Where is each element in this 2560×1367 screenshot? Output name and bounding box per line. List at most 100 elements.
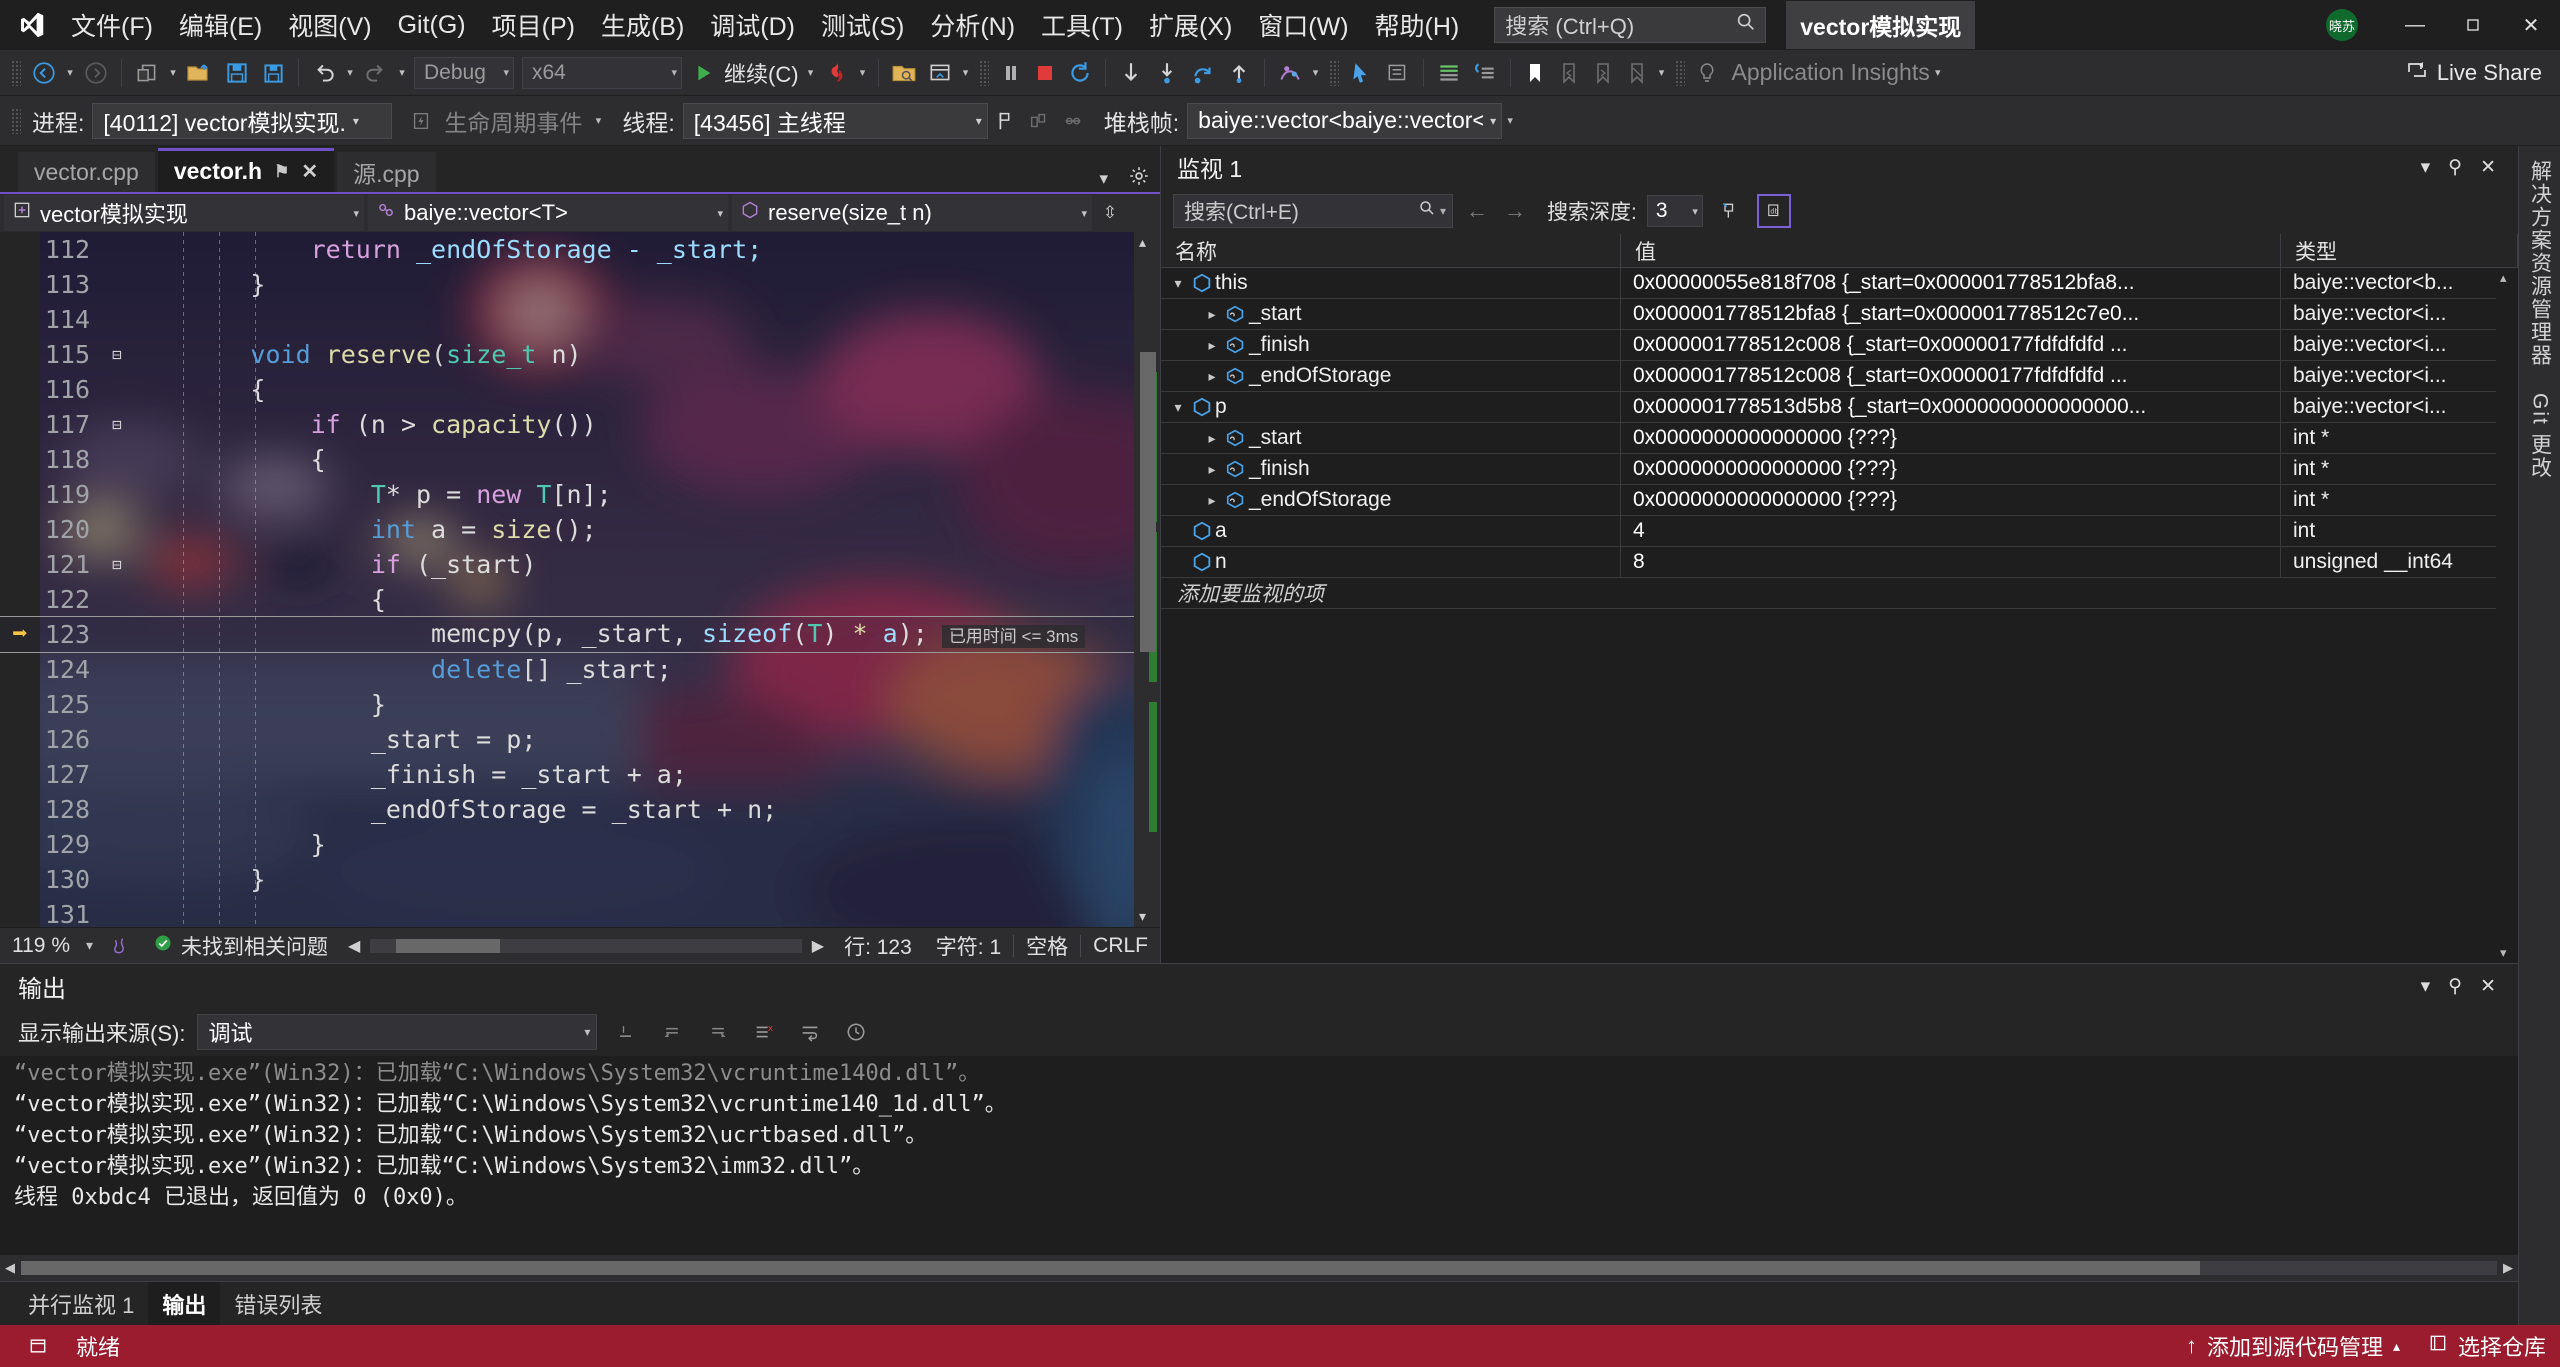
code-lines[interactable]: 112 return _endOfStorage - _start; 113 } 1… [0, 232, 1160, 927]
gear-icon[interactable] [1128, 165, 1150, 192]
code-text[interactable]: { [130, 442, 1160, 477]
code-text[interactable]: void reserve(size_t n) [130, 337, 1160, 372]
restart-button[interactable] [1062, 54, 1098, 92]
watch-name-cell[interactable]: ▸ _start [1161, 298, 1621, 330]
attach-to-process-button[interactable] [886, 54, 922, 92]
hscroll-right-icon[interactable]: ▶ [812, 936, 824, 956]
application-insights-label[interactable]: Application Insights [1724, 59, 1930, 86]
tab-vector-h[interactable]: vector.h ⚑ ✕ [157, 148, 335, 192]
expander-icon[interactable]: ▸ [1201, 430, 1223, 447]
open-file-button[interactable] [181, 54, 219, 92]
menu-item-file[interactable]: 文件(F) [58, 3, 166, 47]
toolbar-grip[interactable] [11, 59, 21, 86]
table-row[interactable]: ▸ _endOfStorage 0x000001778512c008 {_start… [1161, 360, 2518, 392]
output-panel-menu-icon[interactable]: ▾ [2421, 975, 2431, 998]
zoom-level[interactable]: 119 % [0, 934, 82, 958]
watch-vertical-scrollbar[interactable]: ▴ ▾ [2496, 268, 2518, 963]
status-notification-icon[interactable] [14, 1336, 62, 1356]
watch-search-options-icon[interactable]: ▾ [1436, 204, 1446, 218]
editor-vertical-scrollbar[interactable]: ▴ ▾ [1134, 232, 1160, 927]
watch-name-cell[interactable]: a [1161, 515, 1621, 547]
close-button[interactable]: ✕ [2502, 0, 2560, 50]
stop-debugging-button[interactable] [1028, 54, 1062, 92]
code-line[interactable]: 119 T* p = new T[n]; [0, 477, 1160, 512]
navigate-backward-dropdown-icon[interactable]: ▾ [62, 66, 78, 79]
code-line[interactable]: 115 ⊟ void reserve(size_t n) [0, 337, 1160, 372]
column-header-type[interactable]: 类型 [2281, 234, 2518, 268]
column-header-value[interactable]: 值 [1621, 234, 2281, 268]
code-text[interactable]: } [130, 827, 1160, 862]
go-to-next-message-icon[interactable] [701, 1016, 735, 1048]
watch-variable-value[interactable]: 0x000001778512c008 {_start=0x00000177fdf… [1621, 329, 2281, 361]
close-icon[interactable]: ✕ [289, 159, 318, 184]
lifecycle-dropdown-icon[interactable]: ▾ [590, 114, 606, 127]
code-text[interactable]: { [130, 582, 1160, 617]
watch-search-next-icon[interactable]: → [1501, 198, 1529, 224]
continue-label[interactable]: 继续(C) [720, 57, 803, 89]
hot-reload-dropdown-icon[interactable]: ▾ [855, 66, 871, 79]
table-row[interactable]: ▸ _start 0x000001778512bfa8 {_start=0x0000… [1161, 298, 2518, 330]
watch-variable-value[interactable]: 0x000001778513d5b8 {_start=0x00000000000… [1621, 391, 2281, 423]
threads-view-button[interactable] [1272, 54, 1308, 92]
code-text[interactable]: } [130, 267, 1160, 302]
process-combo[interactable]: [40112] vector模拟实现. ▾ [92, 102, 393, 139]
hscroll-left-icon[interactable]: ◀ [348, 936, 360, 956]
table-row[interactable]: ▸ _endOfStorage 0x0000000000000000 {???} in… [1161, 484, 2518, 516]
menu-item-analyze[interactable]: 分析(N) [917, 3, 1028, 47]
editor-horizontal-scrollbar[interactable]: ◀ ▶ [340, 936, 832, 956]
rail-git-changes[interactable]: Git 更改 [2525, 393, 2555, 480]
output-panel-pin-icon[interactable]: ⚲ [2448, 975, 2462, 998]
code-line[interactable]: 118 { [0, 442, 1160, 477]
new-project-dropdown-icon[interactable]: ▾ [165, 66, 181, 79]
watch-variable-value[interactable]: 0x00000055e818f708 {_start=0x00000177851… [1621, 267, 2281, 299]
fold-toggle-icon[interactable]: ⊟ [104, 547, 130, 582]
menu-item-project[interactable]: 项目(P) [479, 3, 588, 47]
restore-button[interactable] [2444, 0, 2502, 50]
output-horizontal-scrollbar[interactable]: ◀ ▶ [0, 1255, 2518, 1281]
code-line[interactable]: 112 return _endOfStorage - _start; [0, 232, 1160, 267]
save-all-button[interactable] [255, 54, 291, 92]
toggle-bookmark-button[interactable] [1518, 54, 1552, 92]
code-line[interactable]: 116 { [0, 372, 1160, 407]
menu-item-edit[interactable]: 编辑(E) [166, 3, 275, 47]
debug-toolbar-overflow-icon[interactable]: ▾ [1502, 114, 1518, 127]
menu-item-window[interactable]: 窗口(W) [1245, 3, 1361, 47]
hot-reload-button[interactable] [819, 54, 855, 92]
comment-lines-button[interactable] [1431, 54, 1467, 92]
watch-name-cell[interactable]: ▾ this [1161, 267, 1621, 299]
code-line[interactable]: 130 } [0, 862, 1160, 897]
watch-search-input[interactable]: 搜索(Ctrl+E) ▾ [1173, 194, 1453, 228]
redo-dropdown-icon[interactable]: ▾ [394, 66, 410, 79]
menu-item-git[interactable]: Git(G) [385, 7, 479, 44]
code-line[interactable]: 128 _endOfStorage = _start + n; [0, 792, 1160, 827]
stackframe-combo[interactable]: baiye::vector<baiye::vector<i ▾ [1187, 102, 1503, 139]
project-scope-combo[interactable]: vector模拟实现 ▾ [4, 195, 364, 231]
code-line[interactable]: 129 } [0, 827, 1160, 862]
uncomment-lines-button[interactable] [1467, 54, 1503, 92]
thread-filter-icon[interactable] [1056, 102, 1090, 140]
code-line[interactable]: 127 _finish = _start + a; [0, 757, 1160, 792]
code-text[interactable]: if (_start) [130, 547, 1160, 582]
menu-item-test[interactable]: 测试(S) [808, 3, 917, 47]
code-text[interactable]: } [130, 687, 1160, 722]
code-text[interactable]: T* p = new T[n]; [130, 477, 1160, 512]
avatar[interactable]: 晓苏 [2326, 9, 2358, 41]
flag-thread-icon[interactable] [988, 102, 1022, 140]
toolbar-grip-3[interactable] [1328, 59, 1339, 86]
rail-solution-explorer[interactable]: 解决方案资源管理器 [2525, 160, 2555, 367]
code-line[interactable]: 114 [0, 302, 1160, 337]
hscroll-track[interactable] [370, 938, 802, 953]
step-over-button[interactable] [1185, 54, 1221, 92]
redo-button[interactable] [358, 54, 394, 92]
lightbulb-icon[interactable] [1690, 54, 1724, 92]
member-scope-combo[interactable]: reserve(size_t n) ▾ [732, 195, 1092, 231]
step-into-2-button[interactable] [1149, 54, 1185, 92]
line-ending[interactable]: CRLF [1081, 934, 1160, 958]
watch-scroll-up-icon[interactable]: ▴ [2500, 270, 2507, 286]
table-row[interactable]: ▸ _finish 0x0000000000000000 {???} int * [1161, 453, 2518, 485]
watch-variable-value[interactable]: 0x0000000000000000 {???} [1621, 484, 2281, 516]
continue-button[interactable] [686, 54, 720, 92]
undo-dropdown-icon[interactable]: ▾ [342, 66, 358, 79]
scroll-up-icon[interactable]: ▴ [1139, 234, 1146, 251]
watch-variable-value[interactable]: 0x000001778512bfa8 {_start=0x00000177851… [1621, 298, 2281, 330]
